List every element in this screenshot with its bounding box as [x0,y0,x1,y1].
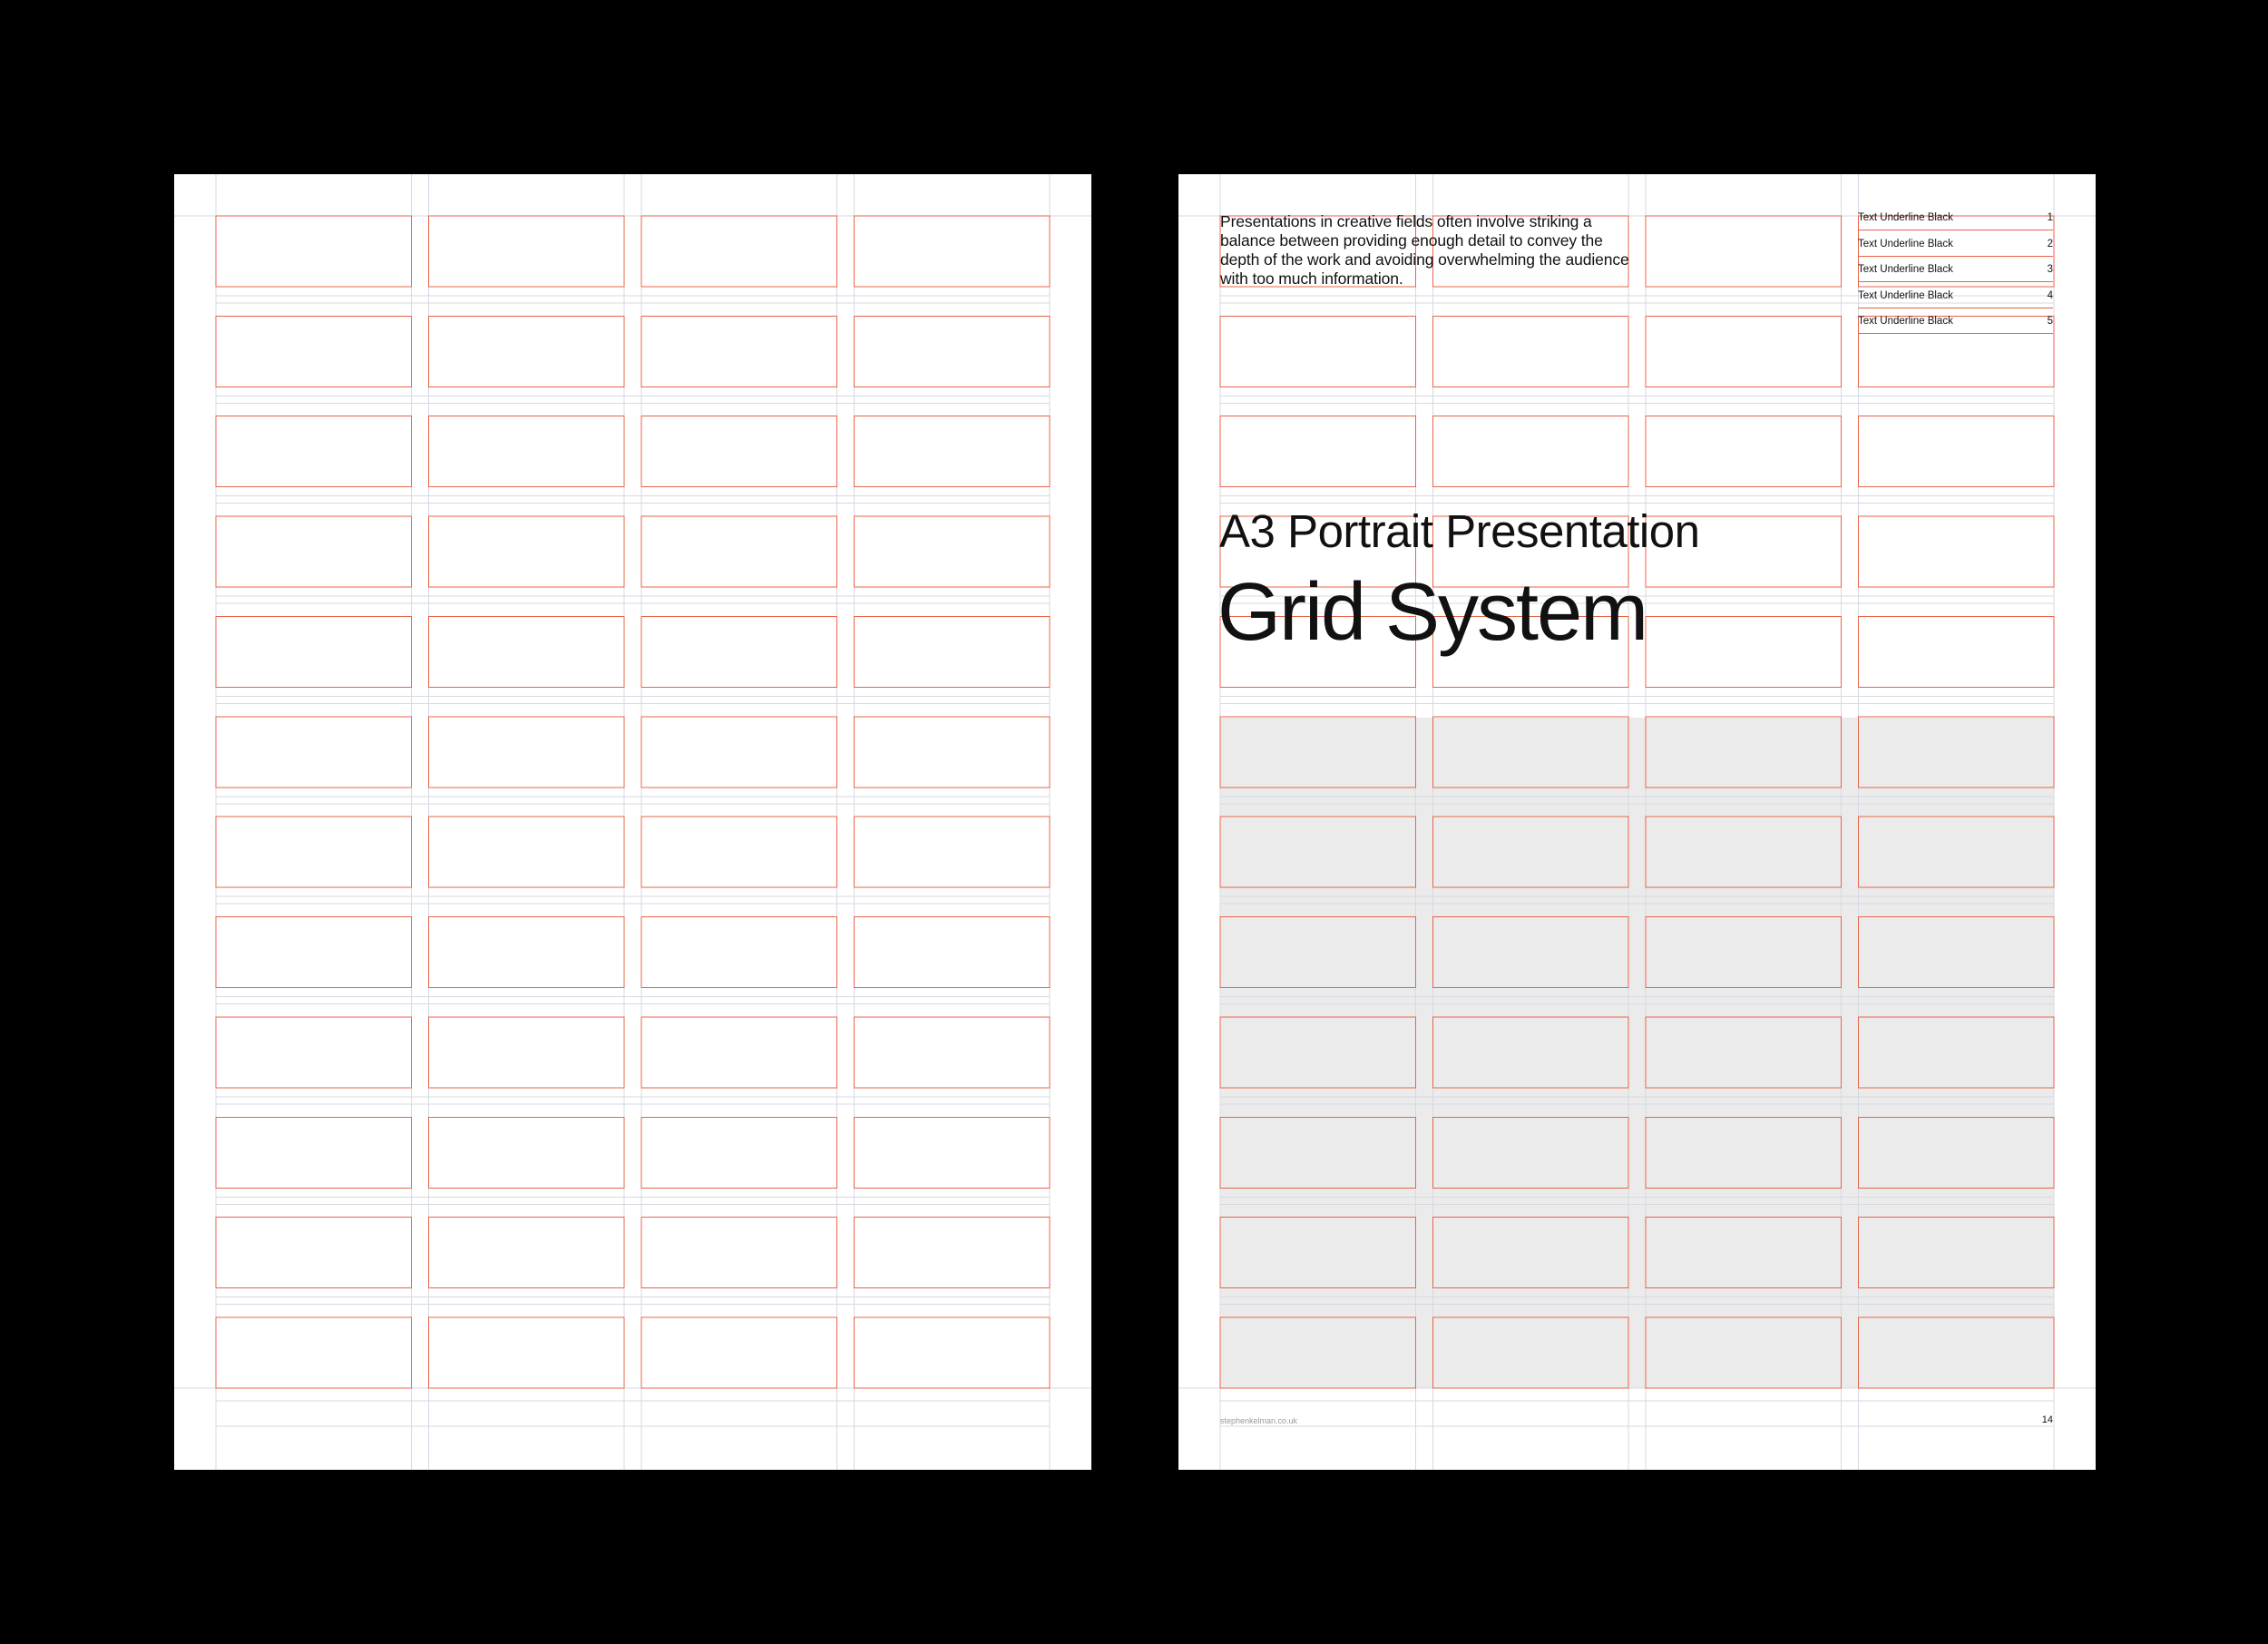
grid-module [428,1217,625,1289]
grid-module [640,416,837,488]
page-number: 14 [2041,1414,2053,1425]
grid-module [428,1016,625,1089]
footer-url[interactable]: stephenkelman.co.uk [1220,1416,1297,1425]
toc-item-number: 4 [2047,289,2053,301]
grid-module [854,916,1051,989]
toc-item-label: Text Underline Black [1858,289,1953,301]
grid-module [428,416,625,488]
grid-module [854,1116,1051,1189]
grid-module [215,315,412,387]
grid-module [640,816,837,888]
presentation-subtitle: A3 Portrait Presentation [1219,505,1700,557]
grid-module [428,515,625,588]
grid-module [428,615,625,688]
grid-module [854,416,1051,488]
grid-module [428,816,625,888]
toc-item-label: Text Underline Black [1858,238,1953,250]
toc-item-number: 1 [2047,212,2053,223]
grid-module [1858,416,2055,488]
grid-module [1432,416,1629,488]
grid-module [428,916,625,989]
grid-module [215,1217,412,1289]
grid-module [428,1316,625,1389]
grid-module [1645,215,1842,288]
table-of-contents: Text Underline Black 1 Text Underline Bla… [1858,212,2053,342]
grid-module [1858,615,2055,688]
grid-module [1219,416,1416,488]
grid-module [215,515,412,588]
grid-module [640,615,837,688]
grid-module [1432,315,1629,387]
grid-module [1645,416,1842,488]
toc-item-number: 5 [2047,316,2053,327]
grid-module [428,1116,625,1189]
grid-module [1858,515,2055,588]
grid-module [215,916,412,989]
toc-item[interactable]: Text Underline Black 2 [1858,239,2053,257]
toc-item-label: Text Underline Black [1858,316,1953,327]
grid-module [854,1016,1051,1089]
grid-module [1645,615,1842,688]
grid-module [215,215,412,288]
toc-item[interactable]: Text Underline Black 4 [1858,290,2053,308]
toc-item-label: Text Underline Black [1858,212,1953,223]
grid-module [640,1016,837,1089]
grid-module [854,816,1051,888]
grid-module [640,515,837,588]
grid-module [1645,315,1842,387]
grid-module [854,315,1051,387]
right-page-grid [1178,174,2096,1470]
left-page-grid [174,174,1091,1470]
toc-item-number: 3 [2047,264,2053,275]
grid-module [640,1316,837,1389]
grid-module [640,716,837,788]
grid-module [854,615,1051,688]
grid-module [215,716,412,788]
grid-module [640,1116,837,1189]
grid-module [640,315,837,387]
grid-module [215,615,412,688]
toc-item[interactable]: Text Underline Black 3 [1858,264,2053,282]
grid-module [640,916,837,989]
grid-module [215,1016,412,1089]
left-page [174,174,1091,1470]
grid-module [215,816,412,888]
grid-module [854,215,1051,288]
presentation-title: Grid System [1217,567,1648,658]
grid-module [428,215,625,288]
toc-item[interactable]: Text Underline Black 5 [1858,316,2053,334]
grid-module [215,1116,412,1189]
grid-module [854,1316,1051,1389]
intro-paragraph: Presentations in creative fields often i… [1220,212,1629,288]
grid-module [640,215,837,288]
toc-item-label: Text Underline Black [1858,264,1953,275]
right-page: Presentations in creative fields often i… [1178,174,2096,1470]
grid-module [854,1217,1051,1289]
toc-item[interactable]: Text Underline Black 1 [1858,212,2053,230]
grid-module [428,716,625,788]
grid-module [854,716,1051,788]
grid-module [215,416,412,488]
grid-module [1219,315,1416,387]
grid-module [215,1316,412,1389]
toc-item-number: 2 [2047,238,2053,250]
grid-module [854,515,1051,588]
grid-module [640,1217,837,1289]
grid-module [428,315,625,387]
